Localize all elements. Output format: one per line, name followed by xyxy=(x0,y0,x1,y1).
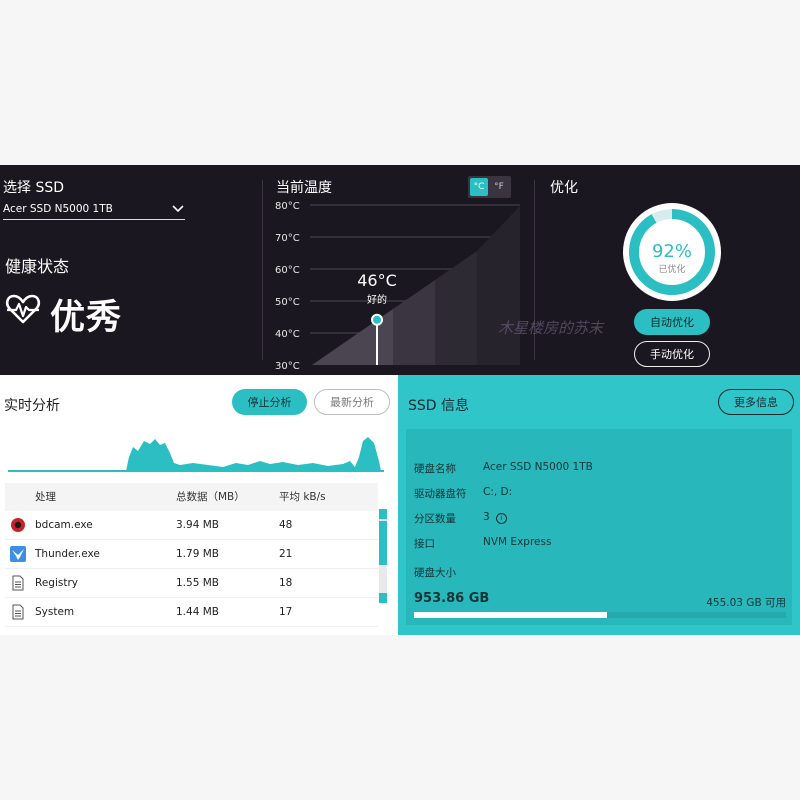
temperature-axis-label: 50°C xyxy=(275,297,300,308)
record-icon xyxy=(11,518,25,532)
process-total: 1.55 MB xyxy=(176,577,219,589)
scroll-up-arrow[interactable] xyxy=(379,509,387,519)
info-icon[interactable]: i xyxy=(495,513,507,524)
drive-size-total: 953.86 GB xyxy=(414,591,490,606)
drive-usage-fill xyxy=(414,612,608,618)
manual-optimize-button[interactable]: 手动优化 xyxy=(634,341,710,367)
process-table: 处理 总数据（MB） 平均 kB/s bdcam.exe 3.94 MB 48 … xyxy=(5,483,378,627)
ssd-info-title: SSD 信息 xyxy=(408,398,470,414)
process-average: 18 xyxy=(279,577,293,589)
activity-graph xyxy=(8,437,384,472)
process-name: Thunder.exe xyxy=(35,548,100,560)
process-average: 21 xyxy=(279,548,293,560)
drive-name-value: Acer SSD N5000 1TB xyxy=(483,461,593,473)
optimization-percent: 92% xyxy=(652,241,692,262)
process-name: bdcam.exe xyxy=(35,519,93,531)
health-value: 优秀 xyxy=(50,298,123,338)
document-icon xyxy=(12,604,24,620)
field-label: 分区数量 xyxy=(414,513,456,525)
drive-letters-value: C:, D: xyxy=(483,486,513,498)
temperature-axis-label: 70°C xyxy=(275,233,300,244)
celsius-button[interactable]: °C xyxy=(470,178,488,196)
stop-analysis-button[interactable]: 停止分析 xyxy=(232,389,307,415)
process-total: 1.79 MB xyxy=(176,548,219,560)
auto-optimize-button[interactable]: 自动优化 xyxy=(634,309,710,335)
column-header-total[interactable]: 总数据（MB） xyxy=(176,483,245,511)
partition-count-value: 3i xyxy=(483,511,507,524)
table-scrollbar[interactable] xyxy=(379,509,387,603)
temperature-status: 好的 xyxy=(367,293,387,306)
optimization-status: 已优化 xyxy=(658,263,685,275)
temperature-gauge: 80°C 70°C 60°C 50°C 40°C 30°C 46°C 好的 xyxy=(275,201,520,371)
temperature-segment xyxy=(393,280,435,365)
more-info-button[interactable]: 更多信息 xyxy=(718,389,794,415)
process-total: 3.94 MB xyxy=(176,519,219,531)
select-ssd-title: 选择 SSD xyxy=(3,180,65,196)
temperature-title: 当前温度 xyxy=(276,180,332,196)
fahrenheit-button[interactable]: °F xyxy=(490,178,508,196)
divider xyxy=(262,180,263,360)
optimize-title: 优化 xyxy=(550,180,578,196)
realtime-title: 实时分析 xyxy=(4,398,60,414)
latest-analysis-button[interactable]: 最新分析 xyxy=(314,389,390,415)
process-average: 48 xyxy=(279,519,293,531)
temperature-segment xyxy=(477,206,520,365)
temperature-axis-label: 80°C xyxy=(275,201,300,212)
column-header-process[interactable]: 处理 xyxy=(35,483,56,511)
document-icon xyxy=(12,575,24,591)
ssd-details: 硬盘名称 Acer SSD N5000 1TB 驱动器盘符 C:, D: 分区数… xyxy=(406,429,792,625)
table-row[interactable]: Thunder.exe 1.79 MB 21 xyxy=(5,540,378,569)
process-total: 1.44 MB xyxy=(176,606,219,618)
table-header: 处理 总数据（MB） 平均 kB/s xyxy=(5,483,378,511)
drive-usage-bar xyxy=(414,612,786,618)
process-name: Registry xyxy=(35,577,78,589)
field-label: 接口 xyxy=(414,538,435,550)
scrollbar-thumb[interactable] xyxy=(379,521,387,565)
heart-pulse-icon xyxy=(5,294,41,324)
current-temperature: 46°C xyxy=(357,271,397,290)
activity-area xyxy=(8,437,384,471)
column-header-average[interactable]: 平均 kB/s xyxy=(279,483,326,511)
process-average: 17 xyxy=(279,606,293,618)
temperature-axis-label: 30°C xyxy=(275,361,300,371)
temperature-axis-label: 40°C xyxy=(275,329,300,340)
temperature-unit-toggle: °C °F xyxy=(468,176,511,198)
table-row[interactable]: bdcam.exe 3.94 MB 48 xyxy=(5,511,378,540)
process-name: System xyxy=(35,606,75,618)
scroll-down-arrow[interactable] xyxy=(379,593,387,603)
health-title: 健康状态 xyxy=(5,257,70,276)
table-row[interactable]: Registry 1.55 MB 18 xyxy=(5,569,378,598)
thunder-bird-icon xyxy=(10,546,26,562)
ssd-utility-window: 选择 SSD Acer SSD N5000 1TB 健康状态 优秀 当前温度 °… xyxy=(0,165,800,635)
realtime-analysis-panel: 实时分析 停止分析 最新分析 处理 总数据（MB） 平均 kB/s bdcam.… xyxy=(0,375,398,635)
temperature-axis-label: 60°C xyxy=(275,265,300,276)
drive-size-label: 硬盘大小 xyxy=(414,567,456,579)
partition-count: 3 xyxy=(483,511,490,523)
table-row[interactable]: System 1.44 MB 17 xyxy=(5,598,378,627)
temperature-marker xyxy=(371,313,383,326)
interface-value: NVM Express xyxy=(483,536,552,548)
ssd-dropdown-value: Acer SSD N5000 1TB xyxy=(3,203,113,215)
top-panel: 选择 SSD Acer SSD N5000 1TB 健康状态 优秀 当前温度 °… xyxy=(0,165,800,375)
ssd-info-panel: SSD 信息 更多信息 硬盘名称 Acer SSD N5000 1TB 驱动器盘… xyxy=(398,375,800,635)
optimization-ring: 92% 已优化 xyxy=(623,203,721,301)
field-label: 硬盘名称 xyxy=(414,463,456,475)
drive-size-free: 455.03 GB 可用 xyxy=(706,597,786,609)
watermark: 木星楼房的苏末 xyxy=(498,319,604,337)
field-label: 驱动器盘符 xyxy=(414,488,467,500)
chevron-down-icon xyxy=(172,205,184,213)
temperature-segment xyxy=(435,251,477,365)
ssd-dropdown[interactable]: Acer SSD N5000 1TB xyxy=(3,199,185,220)
